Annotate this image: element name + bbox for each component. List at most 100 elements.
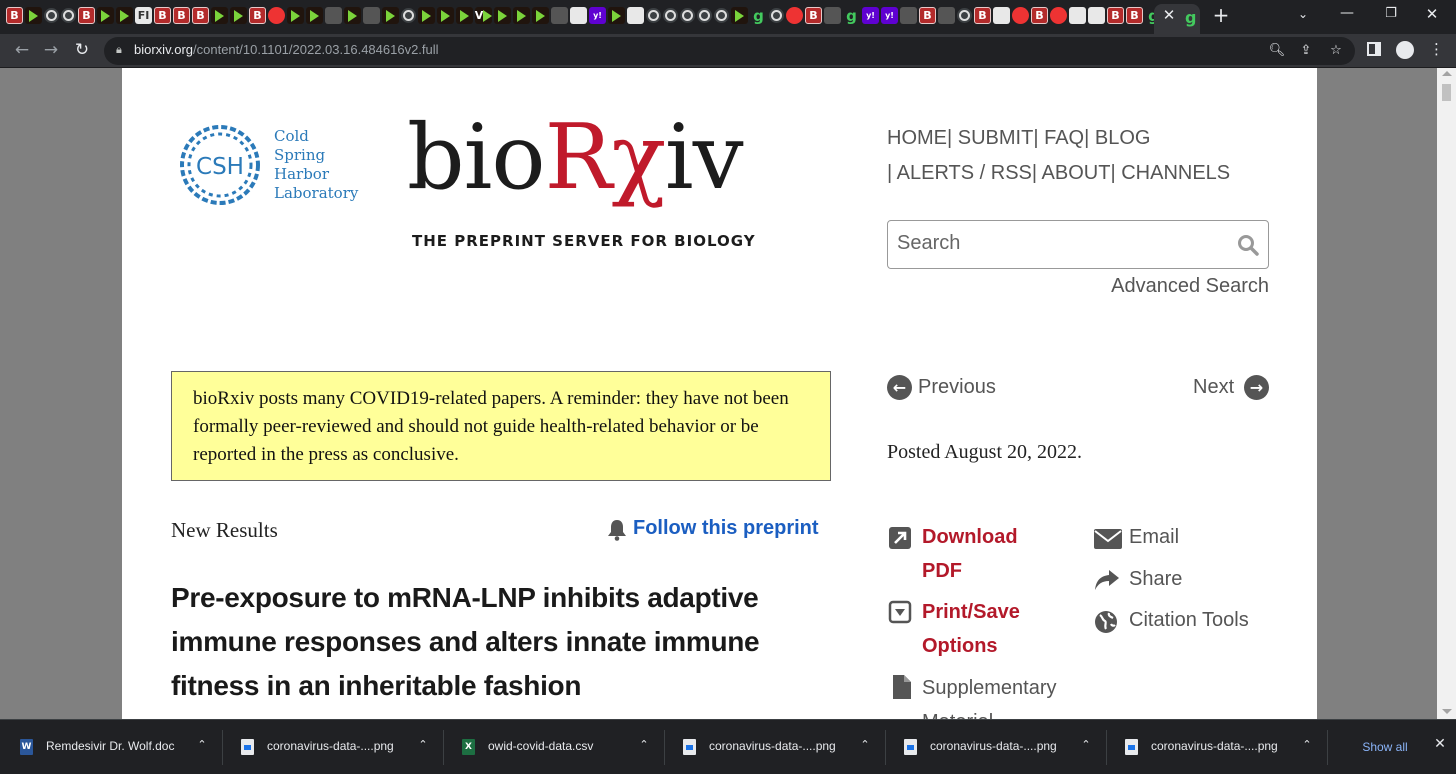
tab-search-chevron-icon[interactable]: ⌄ bbox=[1294, 7, 1312, 21]
tab-favicon-icon[interactable]: g bbox=[750, 7, 767, 25]
tab-favicon-icon[interactable]: g bbox=[1145, 7, 1154, 25]
vertical-scrollbar[interactable] bbox=[1437, 68, 1456, 719]
tab-favicon-icon[interactable]: B bbox=[805, 7, 822, 24]
tab-favicon-icon[interactable] bbox=[680, 8, 695, 23]
tab-favicon-icon[interactable] bbox=[1050, 7, 1067, 24]
url-text[interactable]: biorxiv.org/content/10.1101/2022.03.16.4… bbox=[134, 42, 439, 57]
tab-favicon-icon[interactable] bbox=[494, 7, 511, 24]
tab-favicon-icon[interactable] bbox=[993, 7, 1010, 24]
chevron-up-icon[interactable]: ⌃ bbox=[1301, 738, 1313, 754]
tab-favicon-icon[interactable] bbox=[382, 7, 399, 24]
nav-alerts-rss[interactable]: ALERTS / RSS bbox=[897, 162, 1032, 184]
tab-favicon-icon[interactable]: B bbox=[919, 7, 936, 24]
tab-favicon-icon[interactable] bbox=[646, 8, 661, 23]
tab-favicon-icon[interactable] bbox=[25, 7, 42, 24]
previous-link[interactable]: ← Previous bbox=[887, 374, 1007, 402]
tab-favicon-icon[interactable]: B bbox=[6, 7, 23, 24]
tab-favicon-icon[interactable] bbox=[287, 7, 304, 24]
tab-favicon-icon[interactable] bbox=[306, 7, 323, 24]
scroll-down-arrow-icon[interactable] bbox=[1442, 709, 1452, 714]
tab-favicon-icon[interactable] bbox=[97, 7, 114, 24]
nav-blog[interactable]: BLOG bbox=[1095, 127, 1151, 149]
share-arrow-icon[interactable] bbox=[1094, 568, 1120, 592]
csh-name[interactable]: Cold Spring Harbor Laboratory bbox=[274, 127, 384, 203]
tab-favicon-icon[interactable] bbox=[824, 7, 841, 24]
chevron-up-icon[interactable]: ⌃ bbox=[417, 738, 429, 754]
tab-favicon-icon[interactable]: B bbox=[192, 7, 209, 24]
tab-favicon-icon[interactable]: B bbox=[78, 7, 95, 24]
nav-channels[interactable]: CHANNELS bbox=[1121, 162, 1230, 184]
nav-submit[interactable]: SUBMIT bbox=[958, 127, 1034, 149]
print-save-options-link[interactable]: Print/Save Options bbox=[922, 595, 1062, 663]
chevron-up-icon[interactable]: ⌃ bbox=[859, 738, 871, 754]
tab-favicon-icon[interactable] bbox=[401, 8, 416, 23]
new-tab-button[interactable]: + bbox=[1211, 3, 1231, 27]
profile-avatar-icon[interactable] bbox=[1396, 41, 1414, 59]
address-bar[interactable]: 🔒︎ biorxiv.org/content/10.1101/2022.03.1… bbox=[104, 37, 1355, 65]
tab-favicon-icon[interactable] bbox=[786, 7, 803, 24]
tab-favicon-icon[interactable]: B bbox=[1126, 7, 1143, 24]
lock-icon[interactable]: 🔒︎ bbox=[116, 43, 126, 58]
tab-favicon-icon[interactable]: y! bbox=[589, 7, 606, 24]
nav-about[interactable]: ABOUT bbox=[1042, 162, 1111, 184]
caret-down-square-icon[interactable] bbox=[888, 600, 912, 624]
tab-favicon-icon[interactable] bbox=[769, 8, 784, 23]
search-icon[interactable] bbox=[1237, 234, 1259, 256]
tab-favicon-icon[interactable]: B bbox=[1107, 7, 1124, 24]
side-panel-icon[interactable] bbox=[1367, 42, 1381, 56]
advanced-search-link[interactable]: Advanced Search bbox=[1108, 275, 1269, 298]
tab-favicon-icon[interactable]: B bbox=[1031, 7, 1048, 24]
tab-favicon-icon[interactable] bbox=[456, 7, 473, 24]
tab-favicon-icon[interactable] bbox=[230, 7, 247, 24]
download-item[interactable]: X owid-covid-data.csv ⌃ bbox=[462, 720, 662, 774]
tab-favicon-icon[interactable] bbox=[363, 7, 380, 24]
tab-favicon-icon[interactable] bbox=[714, 8, 729, 23]
tab-favicon-icon[interactable]: V bbox=[475, 7, 492, 24]
tab-favicon-icon[interactable] bbox=[211, 7, 228, 24]
download-pdf-link[interactable]: Download PDF bbox=[922, 520, 1062, 588]
tab-favicon-icon[interactable]: B bbox=[154, 7, 171, 24]
next-link[interactable]: Next → bbox=[1192, 374, 1269, 402]
tab-favicon-icon[interactable] bbox=[627, 7, 644, 24]
chevron-up-icon[interactable]: ⌃ bbox=[196, 738, 208, 754]
tab-favicon-icon[interactable] bbox=[344, 7, 361, 24]
bookmark-star-icon[interactable]: ☆ bbox=[1326, 41, 1346, 61]
tab-favicon-icon[interactable]: FI bbox=[135, 7, 152, 24]
scroll-up-arrow-icon[interactable] bbox=[1442, 71, 1452, 76]
tab-favicon-icon[interactable] bbox=[608, 7, 625, 24]
tab-favicon-icon[interactable]: B bbox=[249, 7, 266, 24]
tab-favicon-icon[interactable] bbox=[116, 7, 133, 24]
external-link-icon[interactable] bbox=[888, 526, 912, 550]
share-page-icon[interactable]: ⇪ bbox=[1296, 41, 1316, 61]
follow-preprint-link[interactable]: Follow this preprint bbox=[607, 517, 831, 543]
show-all-downloads-button[interactable]: Show all bbox=[1352, 736, 1418, 758]
tab-favicon-icon[interactable] bbox=[61, 8, 76, 23]
tab-favicon-icon[interactable] bbox=[570, 7, 587, 24]
tab-favicon-icon[interactable] bbox=[663, 8, 678, 23]
close-download-shelf-icon[interactable]: ✕ bbox=[1432, 736, 1448, 752]
globe-icon[interactable] bbox=[1094, 610, 1118, 634]
email-link[interactable]: Email bbox=[1129, 520, 1179, 554]
tab-favicon-icon[interactable] bbox=[418, 7, 435, 24]
download-item[interactable]: W Remdesivir Dr. Wolf.doc ⌃ bbox=[20, 720, 220, 774]
tab-favicon-icon[interactable]: g bbox=[843, 7, 860, 25]
tab-favicon-icon[interactable] bbox=[325, 7, 342, 24]
tab-favicon-icon[interactable] bbox=[532, 7, 549, 24]
tab-favicon-icon[interactable] bbox=[900, 7, 917, 24]
close-icon[interactable]: ✕ bbox=[1161, 6, 1177, 24]
back-arrow-icon[interactable]: ← bbox=[11, 39, 33, 61]
tab-favicon-icon[interactable] bbox=[1012, 7, 1029, 24]
tab-favicon-icon[interactable] bbox=[957, 8, 972, 23]
forward-arrow-icon[interactable]: → bbox=[40, 39, 62, 61]
nav-home[interactable]: HOME bbox=[887, 127, 947, 149]
share-link[interactable]: Share bbox=[1129, 562, 1182, 596]
tab-favicon-icon[interactable]: y! bbox=[881, 7, 898, 24]
supplementary-material-link[interactable]: Supplementary Material bbox=[922, 671, 1082, 719]
biorxiv-logo[interactable]: bioRχiv bbox=[407, 108, 744, 208]
download-item[interactable]: coronavirus-data-....png ⌃ bbox=[683, 720, 883, 774]
envelope-icon[interactable] bbox=[1094, 528, 1122, 550]
tab-favicon-icon[interactable] bbox=[697, 8, 712, 23]
nav-faq[interactable]: FAQ bbox=[1044, 127, 1084, 149]
tab-favicon-icon[interactable] bbox=[1088, 7, 1105, 24]
zoom-icon[interactable]: 🔍︎ bbox=[1267, 41, 1287, 61]
